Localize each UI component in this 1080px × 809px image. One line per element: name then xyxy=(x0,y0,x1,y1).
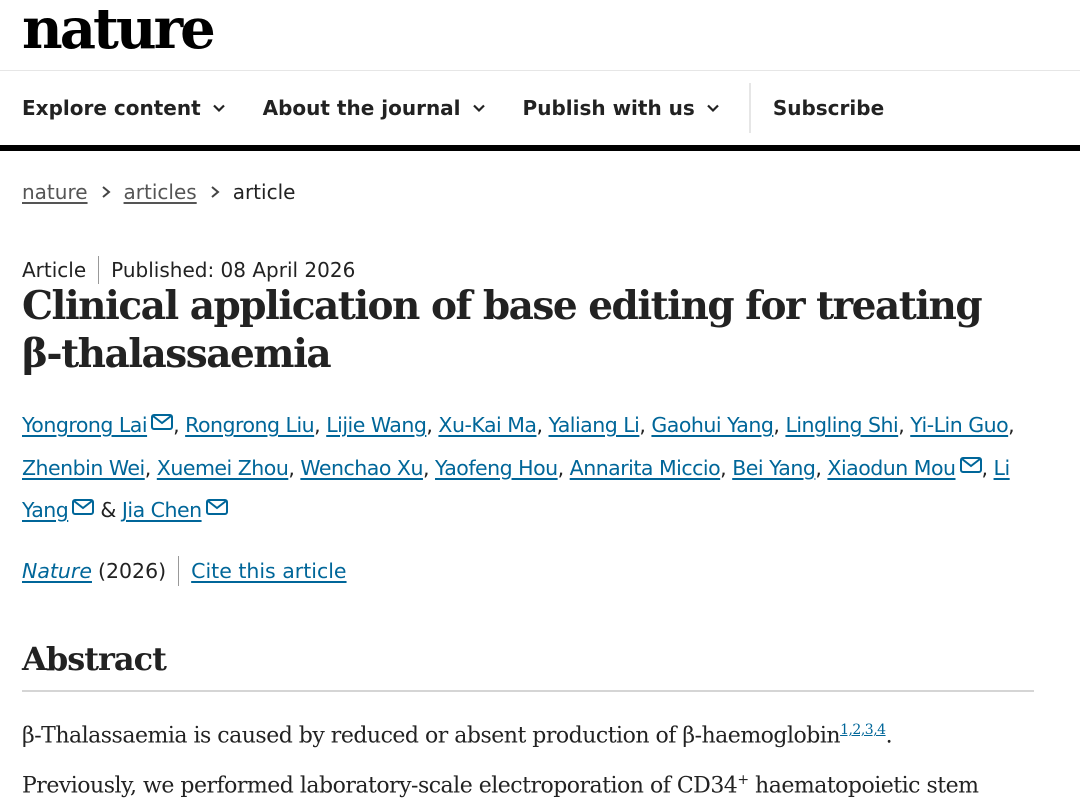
breadcrumb-nature[interactable]: nature xyxy=(22,180,88,204)
author-link[interactable]: Rongrong Liu xyxy=(185,413,315,437)
meta-divider xyxy=(98,256,100,284)
author-link[interactable]: Yi-Lin Guo xyxy=(910,413,1008,437)
nav-publish-with-us[interactable]: Publish with us xyxy=(523,96,721,120)
main-nav: Explore content About the journal Publis… xyxy=(0,71,1080,145)
author-link[interactable]: Wenchao Xu xyxy=(300,456,423,480)
nav-label: Explore content xyxy=(22,96,201,120)
abstract-heading: Abstract xyxy=(22,640,167,678)
superscript-plus: + xyxy=(737,772,749,789)
nav-explore-content[interactable]: Explore content xyxy=(22,96,227,120)
author-link[interactable]: Bei Yang xyxy=(732,456,816,480)
chevron-right-icon xyxy=(211,186,220,198)
reference-links[interactable]: 1,2,3,4 xyxy=(840,722,886,738)
subscribe-link[interactable]: Subscribe xyxy=(773,96,884,120)
abstract-line-2b: haematopoietic stem xyxy=(748,773,979,799)
article-title: Clinical application of base editing for… xyxy=(22,283,983,377)
site-logo[interactable]: nature xyxy=(22,0,216,62)
author-link[interactable]: Xiaodun Mou xyxy=(827,456,956,480)
author-link[interactable]: Jia Chen xyxy=(122,498,202,522)
author-link[interactable]: Xu-Kai Ma xyxy=(438,413,537,437)
subscribe-label: Subscribe xyxy=(772,96,885,120)
published-date: Published: 08 April 2026 xyxy=(111,258,356,282)
citation-line: Nature (2026) Cite this article xyxy=(22,556,347,586)
breadcrumb: nature articles article xyxy=(22,180,295,204)
author-list: Yongrong Lai, Rongrong Liu, Lijie Wang, … xyxy=(22,413,1015,522)
breadcrumb-articles[interactable]: articles xyxy=(124,180,197,204)
author-link[interactable]: Yaofeng Hou xyxy=(435,456,558,480)
mail-icon[interactable] xyxy=(151,414,174,430)
nav-label: About the journal xyxy=(262,96,461,120)
author-link[interactable]: Yongrong Lai xyxy=(22,413,148,437)
author-link[interactable]: Xuemei Zhou xyxy=(157,456,289,480)
chevron-down-icon xyxy=(472,104,485,113)
chevron-down-icon xyxy=(212,104,225,113)
author-link[interactable]: Lingling Shi xyxy=(785,413,898,437)
cite-this-article-link[interactable]: Cite this article xyxy=(191,559,346,583)
abstract-line-2a: Previously, we performed laboratory-scal… xyxy=(22,773,738,799)
header-bar xyxy=(0,145,1080,151)
nav-divider xyxy=(748,83,751,133)
author-link[interactable]: Yaliang Li xyxy=(549,413,640,437)
abstract-line-1: β-Thalassaemia is caused by reduced or a… xyxy=(22,723,841,749)
article-meta: Article Published: 08 April 2026 xyxy=(22,256,355,284)
author-link[interactable]: Zhenbin Wei xyxy=(22,456,145,480)
mail-icon[interactable] xyxy=(959,456,982,473)
chevron-down-icon xyxy=(707,104,719,113)
mail-icon[interactable] xyxy=(205,499,228,515)
chevron-right-icon xyxy=(101,186,111,198)
breadcrumb-current: article xyxy=(232,180,296,204)
nav-about-journal[interactable]: About the journal xyxy=(263,96,487,120)
authors-and: & xyxy=(100,498,116,522)
abstract-text: β-Thalassaemia is caused by reduced or a… xyxy=(22,722,979,799)
mail-icon[interactable] xyxy=(72,499,95,515)
author-link[interactable]: Lijie Wang xyxy=(326,413,427,437)
abstract-rule xyxy=(22,690,1034,692)
cite-divider xyxy=(178,556,180,586)
author-link[interactable]: Annarita Miccio xyxy=(570,456,721,480)
journal-link[interactable]: Nature xyxy=(22,559,92,583)
masthead: nature xyxy=(0,0,1080,71)
article-type: Article xyxy=(22,258,87,282)
author-link[interactable]: Gaohui Yang xyxy=(651,413,773,437)
publication-year: (2026) xyxy=(97,559,167,583)
nav-label: Publish with us xyxy=(522,96,695,120)
